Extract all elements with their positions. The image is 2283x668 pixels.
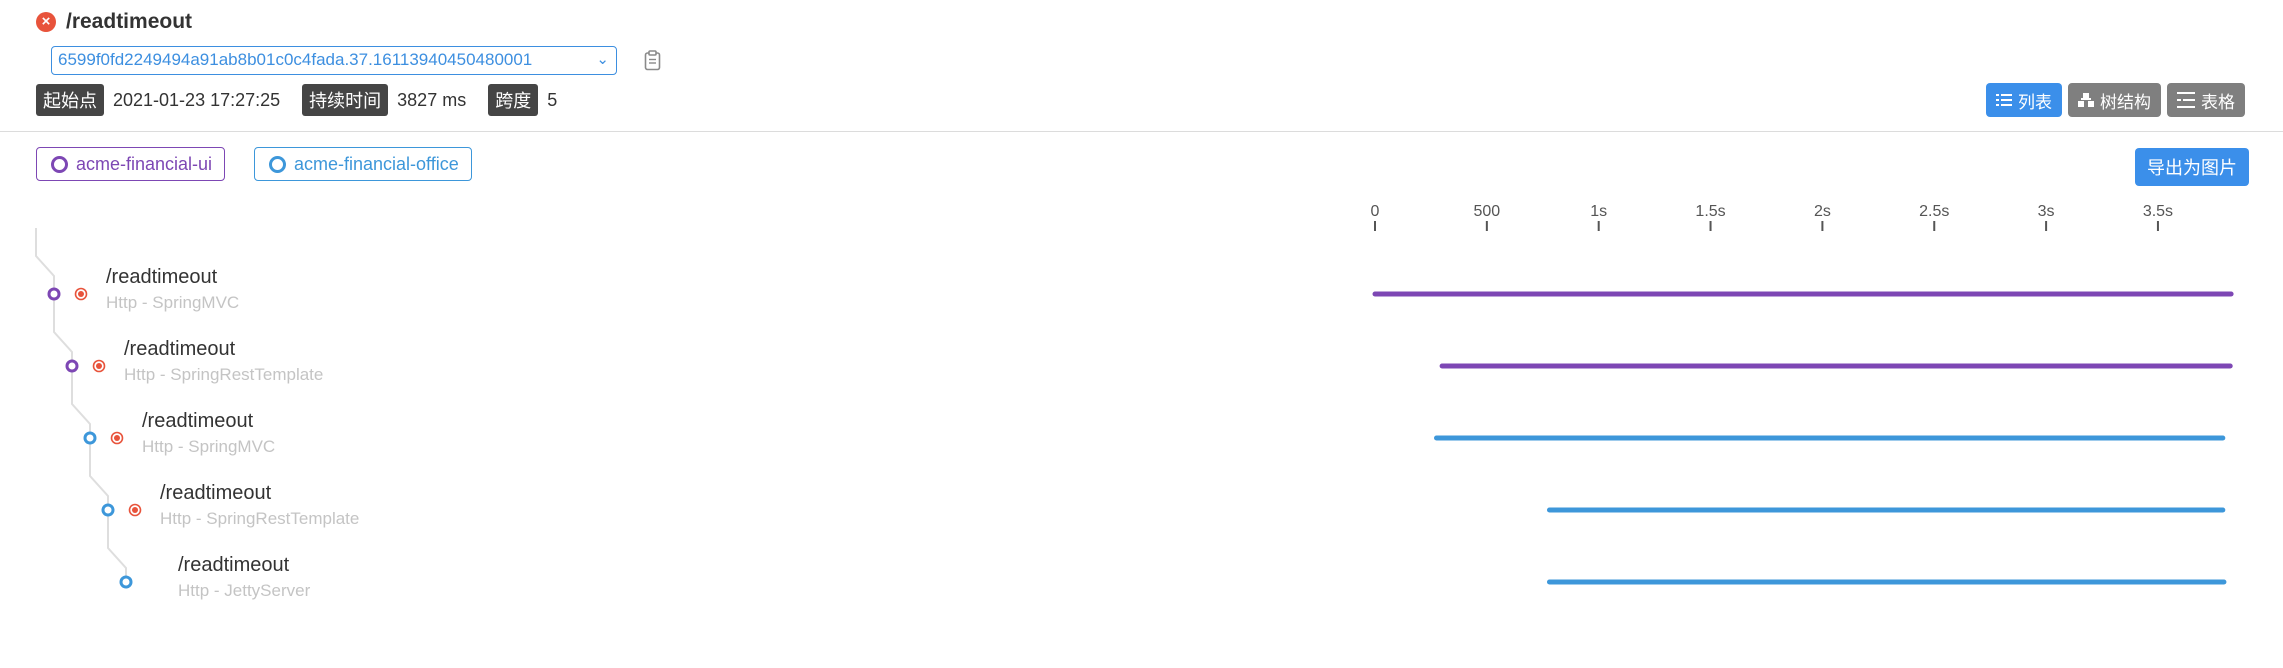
list-icon [1996,94,2012,106]
trace-id-value: 6599f0fd2249494a91ab8b01c0c4fada.37.1611… [58,50,533,69]
error-icon: × [36,12,56,32]
service-name: acme-financial-office [294,153,459,174]
duration-value: 3827 ms [397,89,467,110]
span-endpoint-name: /readtimeout [160,482,272,504]
span-endpoint-name: /readtimeout [106,266,218,288]
error-marker-dot [114,435,120,441]
error-marker-dot [78,291,84,297]
timeline-axis: 0 500 1s 1.5s 2s 2.5s 3s 3.5s [1371,203,2173,231]
span-component: Http - SpringRestTemplate [124,365,324,384]
axis-tick-label: 2.5s [1919,203,1949,220]
axis-tick-label: 2s [1814,203,1831,220]
tree-connector [89,444,109,504]
view-tree-button[interactable]: 树结构 [2068,83,2161,117]
tree-connector [107,516,127,576]
axis-tick-label: 1s [1590,203,1607,220]
tree-icon [2078,93,2094,107]
span-node-icon [65,359,79,373]
copy-icon[interactable] [644,50,661,71]
trace-id-select[interactable]: 6599f0fd2249494a91ab8b01c0c4fada.37.1611… [51,46,617,75]
span-row[interactable]: /readtimeout Http - SpringMVC [106,264,239,316]
span-row[interactable]: /readtimeout Http - SpringRestTemplate [124,336,323,388]
error-marker-icon [74,287,88,301]
start-label: 起始点 [36,84,104,116]
tree-connector [71,372,91,432]
span-component: Http - SpringMVC [106,293,240,312]
error-marker-icon [110,431,124,445]
chevron-down-icon: ⌄ [596,51,609,68]
start-value: 2021-01-23 17:27:25 [113,89,281,110]
span-endpoint-name: /readtimeout [142,410,254,432]
span-node-icon [119,575,133,589]
trace-title-row: × /readtimeout [36,10,192,34]
export-image-button[interactable]: 导出为图片 [2135,148,2249,186]
span-node-icon [83,431,97,445]
span-row[interactable]: /readtimeout Http - SpringRestTemplate [160,480,359,532]
span-node-icon [101,503,115,517]
tree-connector [35,228,55,288]
span-component: Http - SpringRestTemplate [160,509,360,528]
service-tag-acme-financial-office[interactable]: acme-financial-office [254,147,472,181]
span-count-label: 跨度 [488,84,539,116]
span-endpoint-name: /readtimeout [178,554,290,576]
span-component: Http - SpringMVC [142,437,276,456]
duration-label: 持续时间 [302,84,389,116]
error-marker-icon [128,503,142,517]
axis-tick-label: 0 [1371,203,1380,220]
error-marker-icon [92,359,106,373]
error-marker-dot [96,363,102,369]
view-tree-label: 树结构 [2100,92,2151,112]
view-list-label: 列表 [2018,92,2052,112]
axis-tick-label: 3.5s [2143,203,2173,220]
span-row[interactable]: /readtimeout Http - JettyServer [178,552,310,604]
table-icon [2177,92,2195,108]
view-list-button[interactable]: 列表 [1986,83,2062,117]
span-node-icon [47,287,61,301]
header-divider [0,131,2283,132]
tree-connector [53,300,73,360]
service-circle-icon [269,155,286,173]
axis-tick-label: 500 [1473,203,1500,220]
span-endpoint-name: /readtimeout [124,338,236,360]
trace-meta: 起始点 2021-01-23 17:27:25 持续时间 3827 ms 跨度 … [36,84,579,116]
span-row[interactable]: /readtimeout Http - SpringMVC [142,408,275,460]
axis-tick-label: 1.5s [1695,203,1725,220]
view-table-button[interactable]: 表格 [2167,83,2245,117]
service-circle-icon [51,155,68,173]
page-title: /readtimeout [66,10,193,33]
service-tag-acme-financial-ui[interactable]: acme-financial-ui [36,147,226,181]
view-table-label: 表格 [2201,92,2235,112]
error-marker-dot [132,507,138,513]
span-component: Http - JettyServer [178,581,311,600]
axis-tick-label: 3s [2038,203,2055,220]
span-count-value: 5 [547,89,558,110]
service-name: acme-financial-ui [76,153,213,174]
view-switcher: 列表 树结构 表格 [1986,83,2245,117]
